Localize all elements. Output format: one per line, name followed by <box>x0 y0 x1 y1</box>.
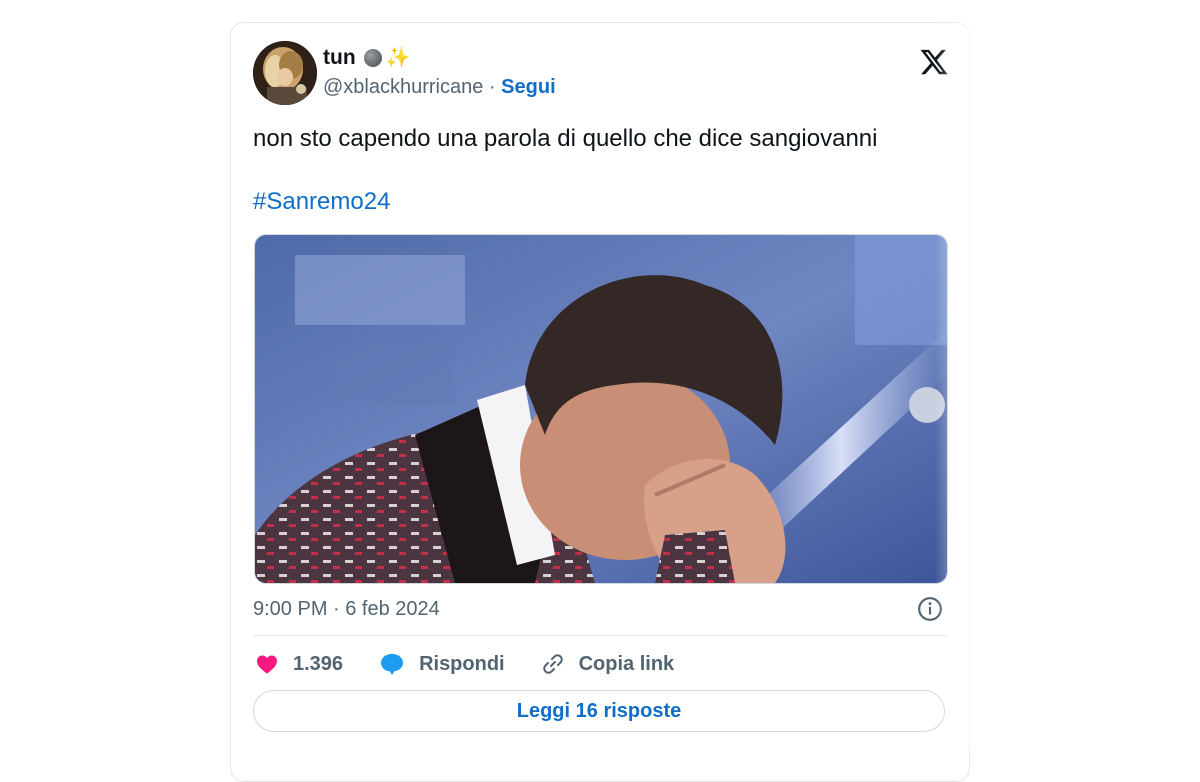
copy-link-button[interactable]: Copia link <box>541 652 675 676</box>
handle-row: @xblackhurricane · Segui <box>323 73 556 101</box>
tweet-actions: 1.396 Rispondi Copia link <box>255 646 710 682</box>
hashtag-link[interactable]: #Sanremo24 <box>253 186 390 218</box>
display-name[interactable]: tun <box>323 45 356 71</box>
photo-image <box>255 235 947 583</box>
like-count: 1.396 <box>293 652 344 675</box>
sparkles-emoji-icon: ✨ <box>385 47 411 69</box>
avatar[interactable] <box>253 41 317 105</box>
moon-emoji-icon <box>363 49 382 67</box>
user-handle[interactable]: @xblackhurricane <box>323 76 483 98</box>
user-block: tun ✨ @xblackhurricane · Segui <box>323 45 556 101</box>
tweet-card: tun ✨ @xblackhurricane · Segui non sto c… <box>230 22 970 782</box>
reply-label: Rispondi <box>419 652 505 675</box>
right-edge-fade <box>935 0 1200 751</box>
tweet-text: non sto capendo una parola di quello che… <box>253 125 878 152</box>
x-logo-icon[interactable] <box>919 47 949 77</box>
read-replies-button[interactable]: Leggi 16 risposte <box>253 690 945 732</box>
follow-button[interactable]: Segui <box>501 76 555 98</box>
link-icon <box>542 654 563 674</box>
speech-bubble-icon <box>381 654 404 675</box>
display-name-row: tun ✨ <box>323 45 556 71</box>
info-icon[interactable] <box>917 596 943 622</box>
tweet-header: tun ✨ @xblackhurricane · Segui <box>253 41 953 107</box>
divider <box>253 635 947 636</box>
avatar-image <box>253 41 317 105</box>
like-button[interactable]: 1.396 <box>255 652 343 676</box>
heart-icon <box>257 655 277 674</box>
tweet-media-photo[interactable] <box>254 234 948 584</box>
reply-button[interactable]: Rispondi <box>379 652 505 676</box>
tweet-timestamp[interactable]: 9:00 PM · 6 feb 2024 <box>253 595 440 623</box>
copy-link-label: Copia link <box>578 652 675 675</box>
separator-dot: · <box>488 76 496 98</box>
